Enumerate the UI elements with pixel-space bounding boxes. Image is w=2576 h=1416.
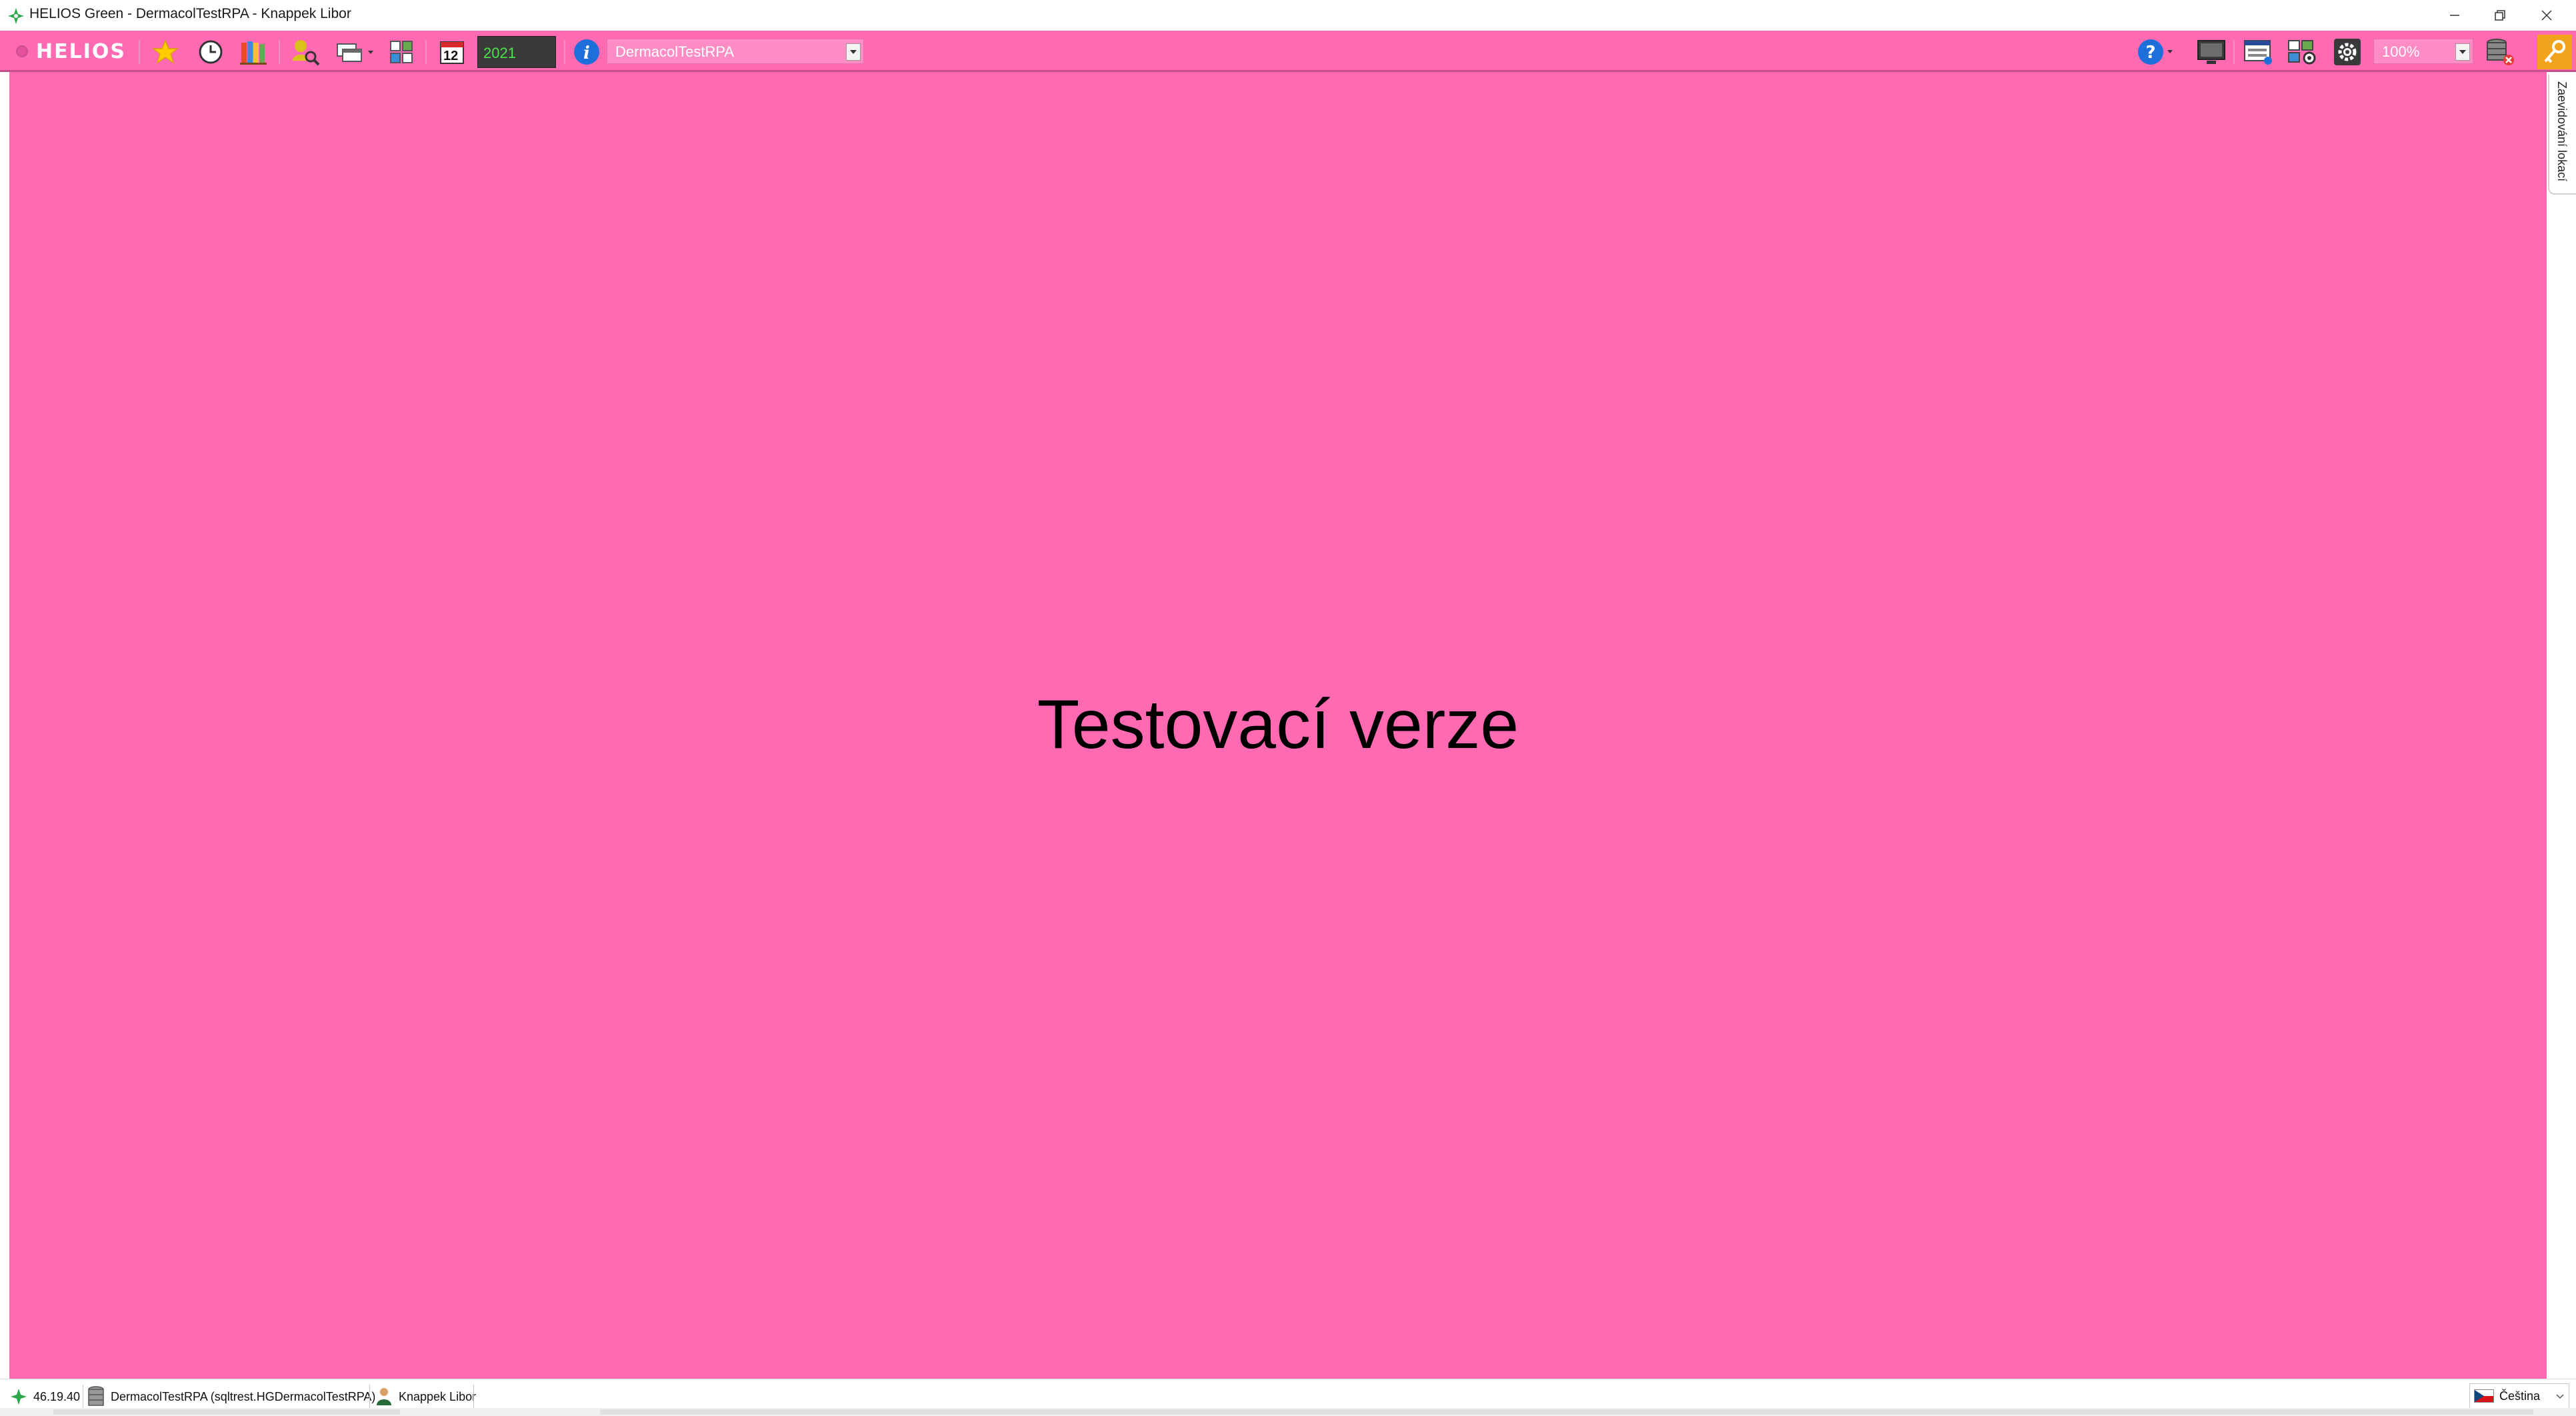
- user-text: Knappek Libor: [399, 1389, 477, 1403]
- books-icon: [240, 41, 267, 65]
- connection-info: DermacolTestRPA (sqltrest.HGDermacolTest…: [87, 1385, 375, 1409]
- version-text: 46.19.40: [33, 1389, 81, 1403]
- statusbar-separator: [473, 1385, 474, 1409]
- restore-button[interactable]: [2477, 0, 2523, 31]
- database-select[interactable]: DermacolTestRPA: [607, 39, 864, 64]
- windows-button[interactable]: [333, 37, 377, 67]
- statusbar-separator: [369, 1385, 370, 1409]
- language-value: Čeština: [2499, 1389, 2541, 1403]
- key-icon: [2544, 40, 2565, 63]
- windows-icon: [337, 43, 373, 62]
- toolbar-separator: [279, 40, 280, 64]
- connection-text: DermacolTestRPA (sqltrest.HGDermacolTest…: [111, 1389, 376, 1403]
- grid-button[interactable]: [385, 37, 417, 67]
- toolbar-separator: [564, 40, 565, 64]
- gear-icon: [2334, 39, 2361, 65]
- monitor-icon: [2197, 40, 2225, 64]
- settings-icon: [2288, 40, 2316, 65]
- help-icon: ?: [2138, 39, 2173, 65]
- dropdown-arrow-button[interactable]: [846, 43, 861, 61]
- zoom-select[interactable]: 100%: [2373, 39, 2473, 64]
- language-select[interactable]: Čeština: [2469, 1383, 2569, 1409]
- horizontal-scroll-strip: [0, 1408, 2576, 1416]
- database-disconnect-button[interactable]: [2483, 37, 2517, 67]
- layout-icon: [2244, 40, 2272, 65]
- toolbar-separator: [425, 40, 427, 64]
- calendar-day: 12: [443, 49, 459, 63]
- helios-app-icon: [11, 1389, 27, 1405]
- scroll-segment: [53, 1409, 400, 1415]
- side-panel-tab-label: Zaevidování lokací: [2555, 81, 2569, 182]
- dropdown-arrow-button[interactable]: [2455, 43, 2470, 61]
- grid-icon: [390, 41, 413, 63]
- gear-button[interactable]: [2331, 37, 2364, 67]
- chevron-down-icon: [2556, 1394, 2564, 1399]
- search-user-button[interactable]: [288, 37, 323, 67]
- favorites-star-icon: [152, 39, 179, 64]
- key-button[interactable]: [2537, 35, 2572, 69]
- search-user-icon: [293, 40, 320, 66]
- menu-grip-icon: [16, 45, 28, 57]
- zoom-value: 100%: [2382, 43, 2420, 60]
- year-field[interactable]: 2021: [477, 36, 556, 68]
- year-value: 2021: [483, 45, 516, 61]
- info-icon: i: [574, 39, 599, 65]
- settings-button[interactable]: [2285, 37, 2320, 67]
- svg-text:?: ?: [2145, 43, 2155, 63]
- monitor-button[interactable]: [2195, 37, 2228, 67]
- user-icon: [377, 1388, 391, 1405]
- database-disconnect-icon: [2487, 39, 2514, 65]
- toolbar-separator: [2233, 40, 2235, 64]
- main-area: Testovací verze Zaevidování lokací: [0, 72, 2576, 1379]
- version-info: 46.19.40: [9, 1385, 80, 1409]
- scroll-segment: [600, 1409, 2533, 1415]
- close-button[interactable]: [2524, 0, 2569, 31]
- window-titlebar: HELIOS Green - DermacolTestRPA - Knappek…: [0, 0, 2576, 31]
- czech-flag-icon: [2474, 1389, 2494, 1403]
- svg-text:i: i: [583, 43, 590, 63]
- books-button[interactable]: [239, 37, 271, 67]
- database-value: DermacolTestRPA: [615, 43, 735, 60]
- window-title: HELIOS Green - DermacolTestRPA - Knappek…: [29, 6, 351, 21]
- info-button[interactable]: i: [572, 37, 601, 67]
- side-panel-tab[interactable]: Zaevidování lokací: [2548, 75, 2576, 195]
- calendar-button[interactable]: 12: [436, 37, 468, 67]
- workspace-background: Testovací verze: [9, 72, 2547, 1379]
- user-info: Knappek Libor: [375, 1385, 476, 1409]
- minimize-button[interactable]: [2432, 0, 2477, 31]
- minimize-icon: [2450, 15, 2459, 16]
- help-button[interactable]: ?: [2136, 37, 2177, 67]
- toolbar-separator: [139, 40, 140, 64]
- database-icon: [88, 1386, 104, 1406]
- logo-text: HELIOS: [36, 39, 126, 63]
- chevron-down-icon: [850, 50, 857, 54]
- close-icon: [2541, 10, 2552, 21]
- restore-icon: [2495, 10, 2505, 21]
- chevron-down-icon: [2459, 50, 2466, 54]
- favorites-button[interactable]: [149, 37, 181, 67]
- main-toolbar: HELIOS 12 2021 i DermacolTestRPA ? 100%: [0, 31, 2576, 72]
- layout-button[interactable]: [2241, 37, 2276, 67]
- history-button[interactable]: [195, 37, 227, 67]
- history-clock-icon: [199, 40, 223, 64]
- helios-app-icon: [8, 8, 24, 24]
- helios-logo[interactable]: HELIOS: [15, 39, 126, 64]
- test-version-watermark: Testovací verze: [1037, 686, 1519, 763]
